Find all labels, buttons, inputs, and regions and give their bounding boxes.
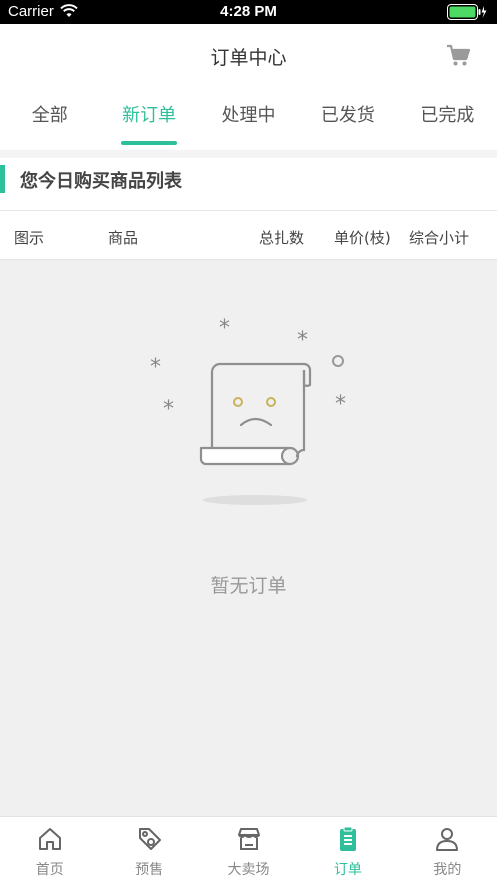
- page-title: 订单中心: [210, 47, 287, 69]
- tab-bar-label: 订单: [333, 862, 362, 878]
- tab-bar-home[interactable]: 首页: [0, 817, 99, 883]
- column-header-image: 图示: [14, 229, 45, 247]
- nav-bar: 订单中心: [0, 24, 497, 86]
- battery-icon: [447, 4, 487, 20]
- tab-new-orders[interactable]: 新订单: [99, 86, 198, 150]
- tag-icon: [139, 828, 162, 850]
- column-header-goods: 商品: [108, 229, 139, 247]
- column-header-subtotal: 综合小计: [409, 229, 470, 247]
- tab-shipped[interactable]: 已发货: [298, 86, 397, 150]
- column-header-total-bundles: 总扎数: [259, 229, 305, 247]
- svg-text:*: *: [335, 392, 346, 417]
- tab-all[interactable]: 全部: [0, 86, 99, 150]
- tab-completed[interactable]: 已完成: [398, 86, 497, 150]
- order-list-icon: [339, 826, 356, 851]
- svg-text:*: *: [150, 355, 161, 380]
- section-header: 您今日购买商品列表: [0, 150, 497, 210]
- tab-bar-label: 预售: [135, 862, 164, 878]
- bottom-tab-bar: 首页 预售 大卖场 订单 我的: [0, 816, 497, 883]
- cart-icon[interactable]: [445, 42, 471, 68]
- order-tabs: 全部 新订单 处理中 已发货 已完成: [0, 86, 497, 150]
- column-header-unit-price: 单价(枝): [334, 229, 391, 247]
- section-accent-bar: [0, 165, 5, 193]
- tab-bar-label: 我的: [433, 862, 462, 878]
- tab-bar-label: 首页: [35, 862, 64, 878]
- status-bar: Carrier 4:28 PM: [0, 0, 497, 24]
- sad-document-icon: * * * * *: [150, 316, 346, 505]
- section-title: 您今日购买商品列表: [20, 171, 182, 192]
- empty-state-text: 暂无订单: [210, 575, 287, 597]
- tab-bar-marketplace[interactable]: 大卖场: [199, 817, 298, 883]
- svg-text:*: *: [297, 328, 308, 353]
- tab-bar-presale[interactable]: 预售: [99, 817, 198, 883]
- svg-text:*: *: [163, 397, 174, 422]
- tab-processing[interactable]: 处理中: [199, 86, 298, 150]
- svg-text:*: *: [219, 316, 230, 341]
- store-icon: [237, 828, 260, 850]
- clock: 4:28 PM: [220, 3, 277, 20]
- tab-bar-label: 大卖场: [227, 862, 270, 878]
- user-icon: [436, 828, 459, 851]
- home-icon: [38, 828, 61, 850]
- table-header: 图示 商品 总扎数 单价(枝) 综合小计: [0, 210, 497, 260]
- tab-bar-mine[interactable]: 我的: [398, 817, 497, 883]
- tab-bar-orders[interactable]: 订单: [298, 817, 397, 883]
